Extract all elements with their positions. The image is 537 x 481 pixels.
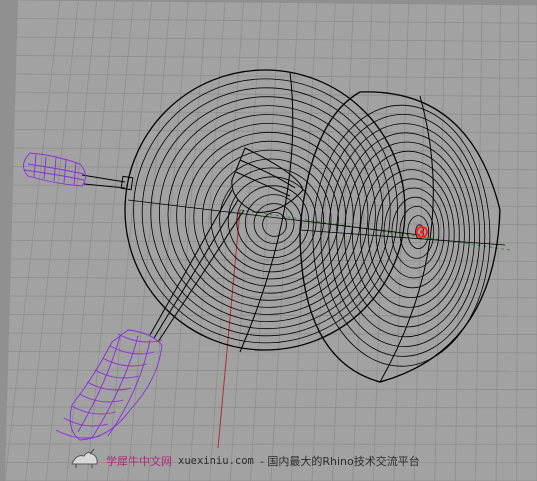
perspective-viewport[interactable]: 学犀牛中文网 xuexiniu.com - 国内最大的Rhino技术交流平台	[0, 0, 537, 481]
slogan-text: - 国内最大的Rhino技术交流平台	[259, 455, 420, 468]
brand-text: 学犀牛中文网	[106, 455, 172, 468]
rhino-logo-icon	[70, 448, 100, 472]
construction-grid	[4, 0, 537, 481]
watermark-bar: 学犀牛中文网 xuexiniu.com - 国内最大的Rhino技术交流平台	[70, 448, 420, 474]
3d-scene[interactable]	[0, 0, 537, 481]
site-url[interactable]: xuexiniu.com	[178, 455, 254, 467]
